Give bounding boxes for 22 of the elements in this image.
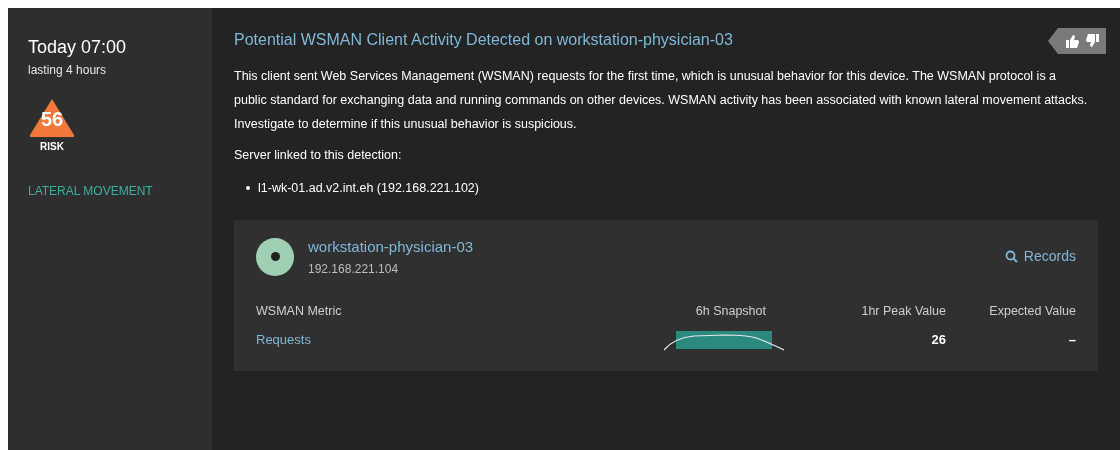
search-icon [1004,250,1018,264]
event-duration: lasting 4 hours [28,61,108,79]
column-header: Expected Value [989,303,1076,320]
servers-heading: Server linked to this detection: [234,147,403,164]
device-ip: 192.168.221.104 [308,261,400,278]
column-header: 1hr Peak Value [861,303,946,320]
server-item: l1-wk-01.ad.v2.int.eh (192.168.221.102) [258,179,479,197]
category-label: LATERAL MOVEMENT [28,182,154,200]
risk-label: RISK [39,139,65,154]
column-header: 6h Snapshot [695,303,767,320]
column-header: WSMAN Metric [256,303,342,320]
bullet-icon [246,186,250,191]
feedback-icon[interactable] [1048,28,1106,54]
records-link[interactable]: Records [1004,246,1076,268]
device-name-link[interactable]: workstation-physician-03 [308,235,474,258]
expected-value: – [1068,331,1076,349]
device-icon [256,237,294,276]
event-time: Today 07:00 [28,36,128,59]
peak-value: 26 [931,331,946,349]
detection-description: This client sent Web Services Management (WSMAN) requests for the first time, which is unusual behavior for this device. The WSMAN protocol is a public standard for exchanging data and running commands on other devices. WSMAN activity has been associated with known lateral movement attacks. Investigate to determine if this unusual behavior is suspicious. [234,68,1089,133]
metric-link[interactable]: Requests [256,330,311,350]
detection-title-link[interactable]: Potential WSMAN Client Activity Detected on workstation-physician-03 [234,30,733,50]
